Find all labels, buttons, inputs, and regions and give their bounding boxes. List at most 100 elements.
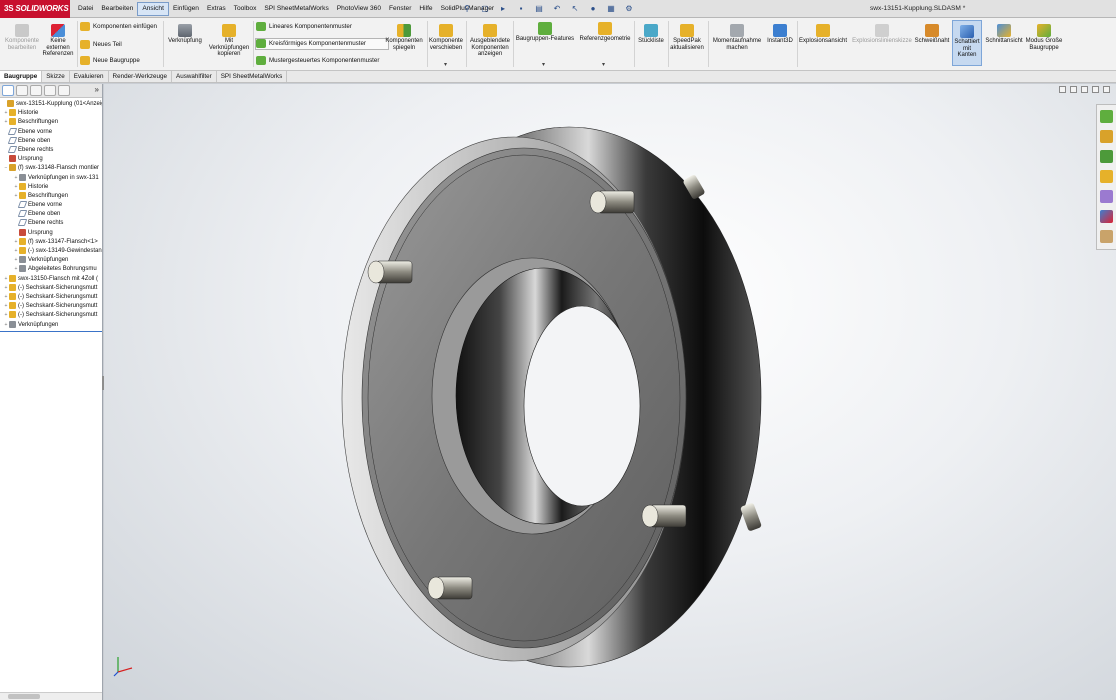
menu-item[interactable]: PhotoView 360 bbox=[333, 2, 385, 16]
print-icon[interactable]: ▤ bbox=[532, 3, 546, 15]
komponenten-spiegeln-button[interactable]: Komponenten spiegeln bbox=[382, 24, 426, 51]
menu-item[interactable]: Hilfe bbox=[415, 2, 436, 16]
mustergesteuertes-komponentenmuster-button[interactable]: Mustergesteuertes Komponentenmuster bbox=[256, 56, 379, 66]
menu-item[interactable]: Bearbeiten bbox=[97, 2, 137, 16]
referenzgeometrie-button[interactable]: Referenzgeometrie bbox=[578, 22, 632, 43]
maximize-icon[interactable] bbox=[1092, 86, 1099, 93]
tree-node[interactable]: Ursprung bbox=[0, 228, 102, 238]
solidworks-logo[interactable]: 3S SOLIDWORKS bbox=[0, 0, 70, 18]
menu-item[interactable]: SPI SheetMetalWorks bbox=[260, 2, 332, 16]
speedpak-button[interactable]: SpeedPak aktualisieren bbox=[668, 24, 706, 51]
tree-node[interactable]: + (f) swx-13147-Flansch<1> bbox=[0, 237, 102, 247]
ausgeblendete-komponenten-button[interactable]: Ausgeblendete Komponenten anzeigen bbox=[468, 24, 512, 58]
minimize-icon[interactable] bbox=[1070, 86, 1077, 93]
solidworks-forum-icon[interactable] bbox=[1100, 230, 1113, 243]
file-properties-icon[interactable]: ▦ bbox=[604, 3, 618, 15]
appearances-icon[interactable] bbox=[1100, 190, 1113, 203]
save-icon[interactable]: ▪ bbox=[514, 3, 528, 15]
dimxpert-tab-icon[interactable] bbox=[44, 85, 56, 96]
command-tab[interactable]: SPI SheetMetalWorks bbox=[217, 71, 288, 82]
momentaufnahme-button[interactable]: Momentaufnahme machen bbox=[710, 24, 764, 51]
rebuild-icon[interactable]: ● bbox=[586, 3, 600, 15]
schattiert-mit-kanten-button[interactable]: Schattiert mit Kanten bbox=[952, 20, 982, 66]
configurationmanager-tab-icon[interactable] bbox=[30, 85, 42, 96]
stueckliste-button[interactable]: Stückliste bbox=[636, 24, 666, 45]
dropdown-arrow-icon[interactable]: ▾ bbox=[542, 61, 545, 68]
instant3d-button[interactable]: Instant3D bbox=[765, 24, 795, 45]
command-tab[interactable]: Evaluieren bbox=[70, 71, 109, 82]
panel-horizontal-scrollbar[interactable] bbox=[0, 692, 102, 700]
schweissnaht-button[interactable]: Schweißnaht bbox=[914, 24, 950, 45]
tree-node[interactable]: Ebene vorne bbox=[0, 201, 102, 210]
flange-coupling-model[interactable] bbox=[104, 84, 1116, 700]
menu-item[interactable]: Einfügen bbox=[169, 2, 203, 16]
modus-grosse-baugruppe-button[interactable]: Modus Große Baugruppe bbox=[1024, 24, 1064, 51]
open-icon[interactable]: ▸ bbox=[496, 3, 510, 15]
menu-item[interactable]: Toolbox bbox=[230, 2, 261, 16]
select-icon[interactable]: ↖ bbox=[568, 3, 582, 15]
menu-item[interactable]: Ansicht bbox=[137, 2, 169, 16]
dropdown-arrow-icon[interactable]: ▾ bbox=[444, 61, 447, 68]
tree-node[interactable]: − (f) swx-13148-Flansch montier bbox=[0, 164, 102, 173]
tree-node[interactable]: + Beschriftungen bbox=[0, 191, 102, 201]
tree-node[interactable]: Ebene oben bbox=[0, 210, 102, 219]
menu-item[interactable]: Extras bbox=[203, 2, 230, 16]
tree-node[interactable]: + (-) Sechskant-Sicherungsmutt bbox=[0, 302, 102, 311]
tree-node[interactable]: + (-) Sechskant-Sicherungsmutt bbox=[0, 283, 102, 293]
tree-node[interactable]: + Beschriftungen bbox=[0, 118, 102, 127]
tree-node[interactable]: + (-) Sechskant-Sicherungsmutt bbox=[0, 311, 102, 320]
tree-node[interactable]: + (-) Sechskant-Sicherungsmutt bbox=[0, 292, 102, 302]
tree-node[interactable]: swx-13151-Kupplung (01<Anzeige bbox=[0, 100, 102, 109]
new-document-icon[interactable]: ▢ bbox=[478, 3, 492, 15]
neues-teil-button[interactable]: Neues Teil bbox=[80, 40, 122, 50]
komponente-verschieben-button[interactable]: Komponente verschieben bbox=[428, 24, 464, 51]
mit-verknuepfungen-kopieren-button[interactable]: Mit Verknüpfungen kopieren bbox=[206, 24, 252, 58]
tree-node[interactable]: Ebene vorne bbox=[0, 127, 102, 137]
menu-item[interactable]: Fenster bbox=[385, 2, 415, 16]
chevron-right-icon[interactable]: » bbox=[95, 85, 99, 94]
close-icon[interactable] bbox=[1103, 86, 1110, 93]
neue-baugruppe-button[interactable]: Neue Baugruppe bbox=[80, 56, 140, 66]
design-library-icon[interactable] bbox=[1100, 130, 1113, 143]
lineares-komponentenmuster-button[interactable]: Lineares Komponentenmuster bbox=[256, 22, 352, 32]
tree-node[interactable]: Ebene rechts bbox=[0, 145, 102, 155]
menu-item[interactable]: Datei bbox=[74, 2, 97, 16]
tree-node[interactable]: Ursprung bbox=[0, 155, 102, 164]
komponenten-einfuegen-button[interactable]: Komponenten einfügen bbox=[80, 22, 157, 32]
options-icon[interactable]: ⚙ bbox=[622, 3, 636, 15]
tree-rollback-bar[interactable] bbox=[0, 331, 102, 332]
tree-node[interactable]: Ebene oben bbox=[0, 136, 102, 146]
tree-node[interactable]: + Verknüpfungen in swx-131 bbox=[0, 173, 102, 183]
custom-properties-icon[interactable] bbox=[1100, 210, 1113, 223]
command-tab[interactable]: Auswahlfilter bbox=[172, 71, 217, 82]
explosionslinienskizze-button[interactable]: Explosionslinienskizze bbox=[850, 24, 914, 45]
propertymanager-tab-icon[interactable] bbox=[16, 85, 28, 96]
tree-node[interactable]: + Verknüpfungen bbox=[0, 256, 102, 265]
tile-icon[interactable] bbox=[1081, 86, 1088, 93]
restore-icon[interactable] bbox=[1059, 86, 1066, 93]
keine-externen-referenzen-button[interactable]: Keine externen Referenzen bbox=[40, 24, 76, 58]
dropdown-arrow-icon[interactable]: ▾ bbox=[602, 61, 605, 68]
tree-node[interactable]: + Historie bbox=[0, 182, 102, 192]
graphics-viewport[interactable] bbox=[104, 84, 1116, 700]
file-explorer-icon[interactable] bbox=[1100, 150, 1113, 163]
baugruppen-features-button[interactable]: Baugruppen-Features bbox=[514, 22, 576, 43]
command-tab[interactable]: Skizze bbox=[42, 71, 70, 82]
schnittansicht-button[interactable]: Schnittansicht bbox=[984, 24, 1024, 45]
display-manager-tab-icon[interactable] bbox=[58, 85, 70, 96]
verknuepfung-button[interactable]: Verknüpfung bbox=[166, 24, 204, 45]
scrollbar-thumb[interactable] bbox=[8, 694, 40, 699]
tree-node[interactable]: + Abgeleitetes Bohrungsmu bbox=[0, 265, 102, 274]
command-tab[interactable]: Render-Werkzeuge bbox=[109, 71, 173, 82]
tree-node[interactable]: Ebene rechts bbox=[0, 219, 102, 228]
undo-icon[interactable]: ↶ bbox=[550, 3, 564, 15]
tree-node[interactable]: + Historie bbox=[0, 109, 102, 118]
solidworks-resources-icon[interactable] bbox=[1100, 110, 1113, 123]
pin-icon[interactable]: ⚲ bbox=[460, 3, 474, 15]
kreisfoermiges-komponentenmuster-button[interactable]: Kreisförmiges Komponentenmuster bbox=[255, 38, 389, 51]
tree-node[interactable]: + (-) swx-13149-Gewindestan bbox=[0, 247, 102, 256]
tree-node[interactable]: + Verknüpfungen bbox=[0, 320, 102, 330]
komponente-bearbeiten-button[interactable]: Komponente bearbeiten bbox=[2, 24, 42, 51]
tree-node[interactable]: + swx-13150-Flansch mit 4Zoll ( bbox=[0, 274, 102, 284]
command-tab[interactable]: Baugruppe bbox=[0, 71, 43, 82]
